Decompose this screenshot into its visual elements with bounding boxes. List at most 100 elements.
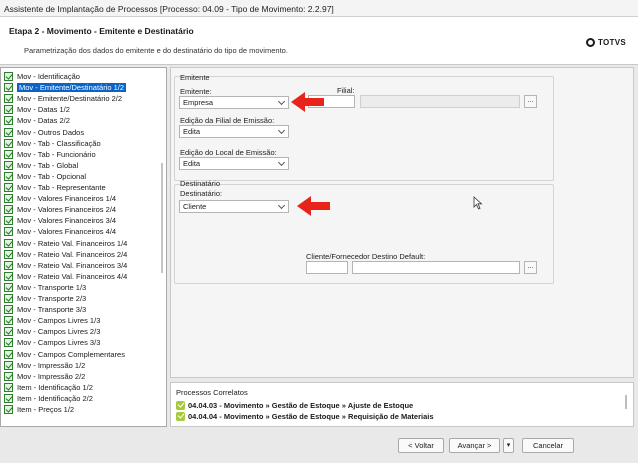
tree-item-label: Mov - Emitente/Destinatário 2/2 — [17, 94, 123, 104]
destinatario-label: Destinatário: — [180, 189, 223, 198]
tree-item-label: Mov - Campos Complementares — [17, 349, 125, 359]
edicao-local-select[interactable]: Edita — [179, 157, 289, 170]
checkmark-icon — [4, 405, 13, 414]
tree-item[interactable]: Mov - Impressão 2/2 — [4, 371, 85, 382]
tree-item-label: Mov - Rateio Val. Financeiros 1/4 — [17, 238, 128, 248]
tree-item-label: Item - Identificação 1/2 — [17, 382, 93, 392]
tree-item-label: Mov - Rateio Val. Financeiros 3/4 — [17, 260, 128, 270]
filial-label: Filial: — [337, 86, 355, 95]
tree-item[interactable]: Mov - Rateio Val. Financeiros 2/4 — [4, 249, 127, 260]
window-titlebar: Assistente de Implantação de Processos [… — [0, 0, 638, 17]
cancel-button[interactable]: Cancelar — [522, 438, 574, 453]
checkmark-icon — [4, 105, 13, 115]
edicao-filial-label: Edição da Filial de Emissão: — [180, 116, 275, 125]
next-menu-button[interactable]: ▾ — [503, 438, 514, 453]
related-scrollbar[interactable] — [625, 395, 627, 409]
tree-item-label: Mov - Tab - Classificação — [17, 138, 101, 148]
checkmark-icon — [4, 249, 13, 259]
tree-item[interactable]: Mov - Transporte 2/3 — [4, 293, 86, 304]
tree-item[interactable]: Mov - Campos Complementares — [4, 349, 125, 360]
tree-item[interactable]: Mov - Rateio Val. Financeiros 4/4 — [4, 271, 127, 282]
tree-item-label: Mov - Campos Livres 1/3 — [17, 316, 101, 326]
destinatario-select[interactable]: Cliente — [179, 200, 289, 213]
tree-item[interactable]: Mov - Valores Financeiros 2/4 — [4, 204, 116, 215]
step-description: Parametrização dos dados do emitente e d… — [24, 46, 288, 55]
tree-item-label: Mov - Datas 2/2 — [17, 116, 70, 126]
tree-item[interactable]: Mov - Rateio Val. Financeiros 3/4 — [4, 260, 127, 271]
related-process-label: 04.04.04 - Movimento » Gestão de Estoque… — [188, 412, 434, 421]
related-process-label: 04.04.03 - Movimento » Gestão de Estoque… — [188, 401, 414, 410]
tree-item-label: Item - Preços 1/2 — [17, 405, 75, 414]
checkmark-icon — [4, 360, 13, 370]
checkmark-icon — [4, 260, 13, 270]
tree-item[interactable]: Mov - Transporte 1/3 — [4, 282, 86, 293]
tree-item[interactable]: Mov - Transporte 3/3 — [4, 304, 86, 315]
tree-item-label: Mov - Outros Dados — [17, 127, 85, 137]
tree-item[interactable]: Mov - Emitente/Destinatário 2/2 — [4, 93, 122, 104]
tree-item[interactable]: Mov - Tab - Opcional — [4, 171, 86, 182]
tree-item-label: Mov - Campos Livres 2/3 — [17, 327, 101, 337]
tree-item[interactable]: Item - Identificação 2/2 — [4, 393, 93, 404]
cliente-default-name-input[interactable] — [352, 261, 520, 274]
tree-item-label: Mov - Tab - Opcional — [17, 171, 87, 181]
tree-item-label: Mov - Tab - Global — [17, 160, 79, 170]
tree-item[interactable]: Mov - Valores Financeiros 1/4 — [4, 193, 116, 204]
tree-item[interactable]: Mov - Datas 2/2 — [4, 115, 70, 126]
destinatario-group-label: Destinatário — [180, 179, 221, 188]
tree-item[interactable]: Mov - Impressão 1/2 — [4, 360, 85, 371]
tree-item[interactable]: Mov - Emitente/Destinatário 1/2 — [4, 82, 127, 93]
tree-item[interactable]: Mov - Outros Dados — [4, 127, 84, 138]
tree-item[interactable]: Mov - Valores Financeiros 4/4 — [4, 226, 116, 237]
checkmark-icon — [4, 160, 13, 170]
tree-item[interactable]: Item - Preços 1/2 — [4, 404, 74, 415]
tree-item[interactable]: Mov - Identificação — [4, 71, 80, 82]
related-processes-panel: Processos Correlatos 04.04.03 - Moviment… — [170, 382, 634, 427]
filial-lookup-button[interactable]: ... — [524, 95, 537, 108]
tree-item[interactable]: Mov - Valores Financeiros 3/4 — [4, 215, 116, 226]
next-button[interactable]: Avançar > — [449, 438, 500, 453]
checkmark-icon — [4, 305, 13, 315]
tree-item[interactable]: Mov - Campos Livres 2/3 — [4, 326, 100, 337]
checkmark-icon — [4, 183, 13, 192]
checkmark-icon — [4, 72, 13, 81]
tree-item[interactable]: Mov - Campos Livres 3/3 — [4, 337, 100, 348]
back-button[interactable]: < Voltar — [398, 438, 444, 453]
tree-scrollbar[interactable] — [161, 163, 163, 273]
checkmark-icon — [4, 349, 13, 359]
related-process-item[interactable]: 04.04.03 - Movimento » Gestão de Estoque… — [176, 401, 413, 410]
filial-name-input — [360, 95, 520, 108]
emitente-select[interactable]: Empresa — [179, 96, 289, 109]
wizard-header: Etapa 2 - Movimento - Emitente e Destina… — [0, 17, 638, 65]
checkmark-icon — [4, 282, 13, 292]
cliente-default-code-input[interactable] — [306, 261, 348, 274]
edicao-local-value: Edita — [183, 159, 201, 168]
window-title: Assistente de Implantação de Processos [… — [4, 4, 334, 14]
step-title: Etapa 2 - Movimento - Emitente e Destina… — [9, 26, 194, 36]
tree-item-label: Mov - Valores Financeiros 1/4 — [17, 194, 117, 204]
tree-item[interactable]: Mov - Rateio Val. Financeiros 1/4 — [4, 238, 127, 249]
cliente-default-label: Cliente/Fornecedor Destino Default: — [306, 252, 426, 261]
tree-item-label: Mov - Tab - Representante — [17, 183, 106, 192]
tree-item-label: Mov - Valores Financeiros 3/4 — [17, 216, 117, 226]
checkmark-icon — [4, 271, 13, 281]
cliente-default-lookup-button[interactable]: ... — [524, 261, 537, 274]
tree-item[interactable]: Mov - Datas 1/2 — [4, 104, 70, 115]
tree-item[interactable]: Mov - Tab - Classificação — [4, 138, 101, 149]
emitente-group-label: Emitente — [180, 73, 210, 82]
tree-item-label: Mov - Emitente/Destinatário 1/2 — [17, 83, 127, 93]
edicao-filial-select[interactable]: Edita — [179, 125, 289, 138]
tree-item[interactable]: Mov - Campos Livres 1/3 — [4, 315, 100, 326]
tree-item[interactable]: Mov - Tab - Representante — [4, 182, 106, 193]
wizard-step-tree[interactable]: Mov - Identificação Mov - Emitente/Destin… — [0, 67, 167, 427]
tree-item-label: Mov - Campos Livres 3/3 — [17, 338, 101, 348]
mouse-cursor-icon — [473, 196, 483, 210]
tree-item[interactable]: Mov - Tab - Global — [4, 160, 78, 171]
chevron-down-icon — [277, 158, 286, 167]
tree-item[interactable]: Mov - Tab - Funcionário — [4, 149, 96, 160]
checkmark-icon — [4, 382, 13, 392]
tree-item[interactable]: Item - Identificação 1/2 — [4, 382, 93, 393]
related-process-item[interactable]: 04.04.04 - Movimento » Gestão de Estoque… — [176, 412, 434, 421]
tree-item-label: Mov - Impressão 1/2 — [17, 360, 86, 370]
checkmark-icon — [4, 194, 13, 204]
checkmark-icon — [4, 94, 13, 104]
